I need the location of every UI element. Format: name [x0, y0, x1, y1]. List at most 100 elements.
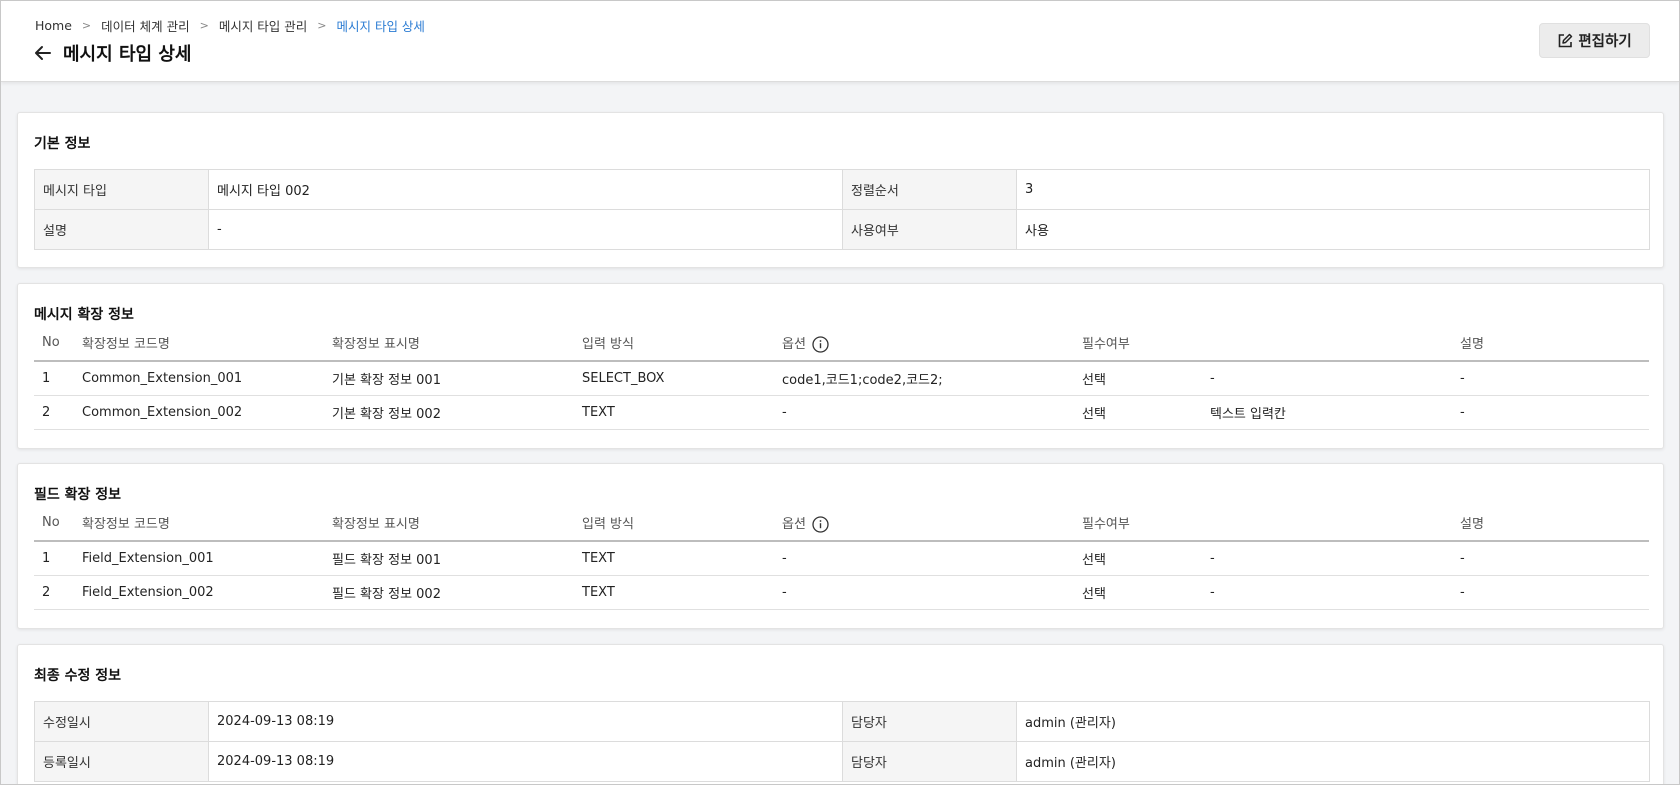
breadcrumb-current: 메시지 타입 상세: [336, 18, 425, 34]
cell-display: 기본 확장 정보 002: [324, 395, 574, 430]
col-desc: 설명: [1452, 505, 1649, 542]
chevron-right-icon: >: [199, 18, 209, 32]
field-ext-title: 필드 확장 정보: [34, 487, 122, 503]
cell-input: SELECT_BOX: [574, 361, 774, 396]
cell-desc: -: [1452, 361, 1649, 396]
info-row: 메시지 타입 메시지 타입 002 정렬순서 3: [34, 169, 1650, 210]
sort-order-value: 3: [1016, 169, 1650, 210]
col-no: No: [34, 325, 74, 362]
col-input: 입력 방식: [574, 325, 774, 362]
info-row: 설명 - 사용여부 사용: [34, 209, 1650, 250]
info-icon[interactable]: [812, 335, 829, 353]
table-row[interactable]: 1 Common_Extension_001 기본 확장 정보 001 SELE…: [34, 361, 1649, 396]
chevron-right-icon: >: [81, 18, 92, 32]
basic-info-title: 기본 정보: [34, 136, 91, 152]
message-type-value: 메시지 타입 002: [208, 169, 843, 210]
modifier-value: admin (관리자): [1016, 701, 1650, 742]
info-row: 수정일시 2024-09-13 08:19 담당자 admin (관리자): [34, 701, 1650, 742]
message-ext-title: 메시지 확장 정보: [34, 307, 134, 323]
registrant-label: 담당자: [842, 741, 1017, 782]
col-input: 입력 방식: [574, 505, 774, 542]
breadcrumb-message-type-mgmt[interactable]: 메시지 타입 관리: [219, 16, 307, 35]
cell-required: 선택: [1074, 395, 1202, 430]
usage-value: 사용: [1016, 209, 1650, 250]
col-required: 필수여부: [1074, 325, 1202, 362]
last-modified-card: 최종 수정 정보 수정일시 2024-09-13 08:19 담당자 admin…: [17, 644, 1664, 784]
col-display: 확장정보 표시명: [324, 325, 574, 362]
col-code: 확장정보 코드명: [74, 505, 324, 542]
modified-at-label: 수정일시: [34, 701, 209, 742]
cell-desc: -: [1452, 395, 1649, 430]
cell-required: 선택: [1074, 541, 1202, 576]
cell-extra: -: [1202, 575, 1452, 610]
cell-input: TEXT: [574, 541, 774, 576]
registered-at-value: 2024-09-13 08:19: [208, 741, 843, 782]
cell-code: Common_Extension_001: [74, 361, 324, 396]
title-row: 메시지 타입 상세: [33, 39, 191, 67]
cell-display: 기본 확장 정보 001: [324, 361, 574, 396]
cell-required: 선택: [1074, 575, 1202, 610]
col-no: No: [34, 505, 74, 542]
sort-order-label: 정렬순서: [842, 169, 1017, 210]
edit-icon: [1557, 33, 1573, 49]
col-option: 옵션: [774, 505, 1074, 542]
col-display: 확장정보 표시명: [324, 505, 574, 542]
cell-option: -: [774, 395, 1074, 430]
table-row[interactable]: 2 Field_Extension_002 필드 확장 정보 002 TEXT …: [34, 575, 1649, 610]
breadcrumb-data-system[interactable]: 데이터 체계 관리: [101, 16, 189, 35]
col-code: 확장정보 코드명: [74, 325, 324, 362]
cell-input: TEXT: [574, 575, 774, 610]
cell-no: 2: [34, 395, 74, 430]
cell-code: Field_Extension_002: [74, 575, 324, 610]
cell-option: -: [774, 575, 1074, 610]
col-extra: [1202, 505, 1452, 542]
cell-input: TEXT: [574, 395, 774, 430]
cell-no: 1: [34, 361, 74, 396]
breadcrumb: Home > 데이터 체계 관리 > 메시지 타입 관리 > 메시지 타입 상세: [35, 16, 425, 34]
table-row[interactable]: 2 Common_Extension_002 기본 확장 정보 002 TEXT…: [34, 395, 1649, 430]
table-row[interactable]: 1 Field_Extension_001 필드 확장 정보 001 TEXT …: [34, 541, 1649, 576]
table-header-row: No 확장정보 코드명 확장정보 표시명 입력 방식 옵션 필수여부 설명: [34, 505, 1649, 542]
modifier-label: 담당자: [842, 701, 1017, 742]
table-header-row: No 확장정보 코드명 확장정보 표시명 입력 방식 옵션 필수여부 설명: [34, 325, 1649, 362]
basic-info-table: 메시지 타입 메시지 타입 002 정렬순서 3 설명 - 사용여부 사용: [34, 169, 1650, 250]
page-header: Home > 데이터 체계 관리 > 메시지 타입 관리 > 메시지 타입 상세…: [1, 1, 1679, 82]
last-modified-title: 최종 수정 정보: [34, 668, 122, 684]
info-icon[interactable]: [812, 515, 829, 533]
description-value: -: [208, 209, 843, 250]
usage-label: 사용여부: [842, 209, 1017, 250]
edit-button-label: 편집하기: [1578, 34, 1632, 50]
message-type-label: 메시지 타입: [34, 169, 209, 210]
basic-info-card: 기본 정보 메시지 타입 메시지 타입 002 정렬순서 3 설명 - 사용여부…: [17, 112, 1664, 268]
col-required: 필수여부: [1074, 505, 1202, 542]
message-ext-card: 메시지 확장 정보 No 확장정보 코드명 확장정보 표시명 입력 방식 옵션 …: [17, 283, 1664, 449]
field-ext-card: 필드 확장 정보 No 확장정보 코드명 확장정보 표시명 입력 방식 옵션 필…: [17, 463, 1664, 629]
modified-at-value: 2024-09-13 08:19: [208, 701, 843, 742]
registrant-value: admin (관리자): [1016, 741, 1650, 782]
col-desc: 설명: [1452, 325, 1649, 362]
cell-required: 선택: [1074, 361, 1202, 396]
registered-at-label: 등록일시: [34, 741, 209, 782]
edit-button[interactable]: 편집하기: [1539, 23, 1650, 58]
description-label: 설명: [34, 209, 209, 250]
cell-extra: 텍스트 입력칸: [1202, 395, 1452, 430]
cell-desc: -: [1452, 541, 1649, 576]
app-frame: Home > 데이터 체계 관리 > 메시지 타입 관리 > 메시지 타입 상세…: [0, 0, 1680, 785]
field-ext-table: No 확장정보 코드명 확장정보 표시명 입력 방식 옵션 필수여부 설명 1 …: [34, 505, 1649, 610]
cell-extra: -: [1202, 361, 1452, 396]
cell-extra: -: [1202, 541, 1452, 576]
cell-desc: -: [1452, 575, 1649, 610]
col-extra: [1202, 325, 1452, 362]
cell-no: 1: [34, 541, 74, 576]
chevron-right-icon: >: [317, 18, 327, 32]
cell-display: 필드 확장 정보 001: [324, 541, 574, 576]
cell-option: code1,코드1;code2,코드2;: [774, 361, 1074, 396]
back-arrow-icon[interactable]: [33, 43, 53, 63]
message-ext-table: No 확장정보 코드명 확장정보 표시명 입력 방식 옵션 필수여부 설명 1 …: [34, 325, 1649, 430]
cell-no: 2: [34, 575, 74, 610]
info-row: 등록일시 2024-09-13 08:19 담당자 admin (관리자): [34, 741, 1650, 782]
cell-display: 필드 확장 정보 002: [324, 575, 574, 610]
breadcrumb-home[interactable]: Home: [35, 18, 72, 33]
cell-option: -: [774, 541, 1074, 576]
last-modified-table: 수정일시 2024-09-13 08:19 담당자 admin (관리자) 등록…: [34, 701, 1650, 782]
